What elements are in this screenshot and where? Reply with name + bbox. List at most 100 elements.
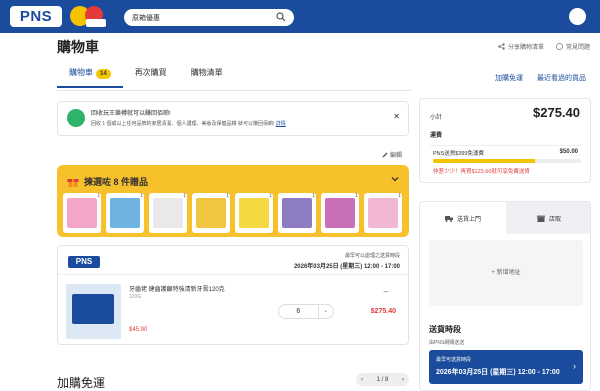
gift-panel: 揀選咗 8 件贈品 1 1 1 1 1 1 1 1 xyxy=(57,165,409,237)
gift-image xyxy=(196,198,226,228)
delivery-panel: 送貨上門 店取 + 新增地址 送貨時段 由PNS網購送送 最早可送貨時段 202… xyxy=(419,201,591,391)
delivery-time-title: 送貨時段 xyxy=(429,325,461,334)
gift-count: 1 xyxy=(226,193,229,199)
notice-title: 回收玩王樂樽就可以賺回佰啲! xyxy=(91,111,171,117)
gift-image xyxy=(110,198,140,228)
subtotal-value: $275.40 xyxy=(533,105,580,120)
recently-viewed-link[interactable]: 最近看過的貨品 xyxy=(537,73,586,83)
product-price: $45.90 xyxy=(129,327,148,333)
tab-shopping-list[interactable]: 購物清單 xyxy=(179,66,235,88)
gift-item[interactable]: 1 xyxy=(364,193,402,233)
gift-item[interactable]: 1 xyxy=(235,193,273,233)
divider xyxy=(58,274,408,275)
delivery-tabs: 送貨上門 店取 xyxy=(420,202,590,234)
notice-text: 回收 1 個或以上任何品牌的家居清潔、個人護理、美妝及保健品樽 就可以賺回佰啲! xyxy=(91,121,275,127)
top-bar: PNS xyxy=(0,0,600,33)
progress-fill xyxy=(433,159,536,163)
quantity-select[interactable]: 6 ⌄ xyxy=(278,304,334,319)
tab-store-pickup[interactable]: 店取 xyxy=(506,202,590,234)
tab-cart[interactable]: 購物車 14 xyxy=(57,66,123,88)
gift-item[interactable]: 1 xyxy=(321,193,359,233)
tabs-divider xyxy=(57,90,411,91)
product-image[interactable] xyxy=(66,284,121,339)
truck-icon xyxy=(444,215,453,222)
gift-item[interactable]: 1 xyxy=(192,193,230,233)
add-address-button[interactable]: + 新增地址 xyxy=(429,240,583,306)
product-box-art xyxy=(72,294,114,324)
cart-count-badge: 14 xyxy=(96,69,111,79)
tab-cart-label: 購物車 xyxy=(69,68,93,77)
gift-icon xyxy=(67,179,79,187)
order-summary: 小計 $275.40 運費 PNS送貨$399免運費 $50.00 仲差少少！再… xyxy=(419,98,591,183)
search-icon[interactable] xyxy=(276,12,286,22)
share-icon xyxy=(498,43,505,50)
gift-item[interactable]: 1 xyxy=(149,193,187,233)
tab-buy-again[interactable]: 再次購買 xyxy=(123,66,179,88)
product-name[interactable]: 牙齒佬 健齒護齦特強清新牙膏120克 xyxy=(129,284,225,293)
gift-header[interactable]: 揀選咗 8 件贈品 xyxy=(67,175,148,188)
product-total: $275.40 xyxy=(370,308,396,315)
pager: ‹ 1 / 8 › xyxy=(356,373,409,386)
gift-count: 1 xyxy=(312,193,315,199)
cart-tabs: 購物車 14 再次購買 購物清單 xyxy=(57,66,235,88)
chevron-right-icon: › xyxy=(573,361,576,371)
free-shipping-value: $50.00 xyxy=(559,149,578,155)
tab-home-delivery[interactable]: 送貨上門 xyxy=(420,202,506,234)
gift-image xyxy=(368,198,398,228)
recycle-icon xyxy=(67,109,85,127)
faq-link[interactable]: 常見問題 xyxy=(556,42,590,51)
account-avatar[interactable] xyxy=(569,8,586,25)
gift-image xyxy=(282,198,312,228)
gift-item[interactable]: 1 xyxy=(278,193,316,233)
product-size: 120G xyxy=(129,294,142,300)
subtotal-label: 小計 xyxy=(430,115,443,121)
free-shipping-progress xyxy=(433,159,581,163)
pencil-icon xyxy=(382,152,388,157)
notice-link[interactable]: 詳情 xyxy=(276,121,286,127)
chevron-down-icon[interactable] xyxy=(391,175,399,183)
free-shipping-link[interactable]: 加購免運 xyxy=(495,73,523,83)
gift-count: 1 xyxy=(355,193,358,199)
pager-prev-icon[interactable]: ‹ xyxy=(361,377,363,383)
gift-image xyxy=(67,198,97,228)
gift-image xyxy=(325,198,355,228)
free-shipping-label: PNS送貨$399免運費 xyxy=(433,151,485,157)
ship-date: 2026年03月25日 (星期三) 12:00 - 17:00 xyxy=(293,264,400,270)
gift-item[interactable]: 1 xyxy=(63,193,101,233)
page-actions: 分享購物清單 常見問題 xyxy=(498,42,590,51)
gift-count: 1 xyxy=(269,193,272,199)
edit-label: 編輯 xyxy=(390,153,403,159)
pns-logo[interactable]: PNS xyxy=(10,6,62,27)
recycle-notice: 回收玩王樂樽就可以賺回佰啲! 回收 1 個或以上任何品牌的家居清潔、個人護理、美… xyxy=(57,101,409,136)
gift-count: 1 xyxy=(183,193,186,199)
store-icon xyxy=(536,215,545,222)
pager-next-icon[interactable]: › xyxy=(402,377,404,383)
remove-placeholder: -- xyxy=(383,289,388,296)
gift-count: 1 xyxy=(398,193,401,199)
help-icon xyxy=(556,43,563,50)
gift-image xyxy=(153,198,183,228)
close-icon[interactable]: ✕ xyxy=(393,112,400,121)
slot-label: 最早可送貨時段 xyxy=(436,357,472,363)
gift-count: 1 xyxy=(97,193,100,199)
promo-badge-icon[interactable] xyxy=(68,3,110,30)
share-link[interactable]: 分享購物清單 xyxy=(498,42,544,51)
search-bar[interactable] xyxy=(124,9,294,26)
pager-text: 1 / 8 xyxy=(376,376,389,383)
tab-home-label: 送貨上門 xyxy=(456,216,481,223)
shipping-label: 運費 xyxy=(430,133,443,139)
store-section: PNS 最早可以處理之送貨時段 2026年03月25日 (星期三) 12:00 … xyxy=(57,245,409,345)
edit-button[interactable]: 編輯 xyxy=(382,150,402,159)
gift-item[interactable]: 1 xyxy=(106,193,144,233)
right-links: 加購免運 最近看過的貨品 xyxy=(495,73,586,83)
gift-count: 1 xyxy=(140,193,143,199)
search-input[interactable] xyxy=(132,14,272,21)
chevron-down-icon[interactable]: ⌄ xyxy=(317,304,333,319)
gift-image xyxy=(239,198,269,228)
delivery-slot-button[interactable]: 最早可送貨時段 2026年03月25日 (星期三) 12:00 - 17:00 … xyxy=(429,350,583,384)
divider xyxy=(430,145,582,146)
gift-items: 1 1 1 1 1 1 1 1 xyxy=(63,193,402,233)
store-logo: PNS xyxy=(68,256,100,268)
ship-label: 最早可以處理之送貨時段 xyxy=(344,253,400,259)
free-shipping-section-title: 加購免運 xyxy=(57,376,106,390)
